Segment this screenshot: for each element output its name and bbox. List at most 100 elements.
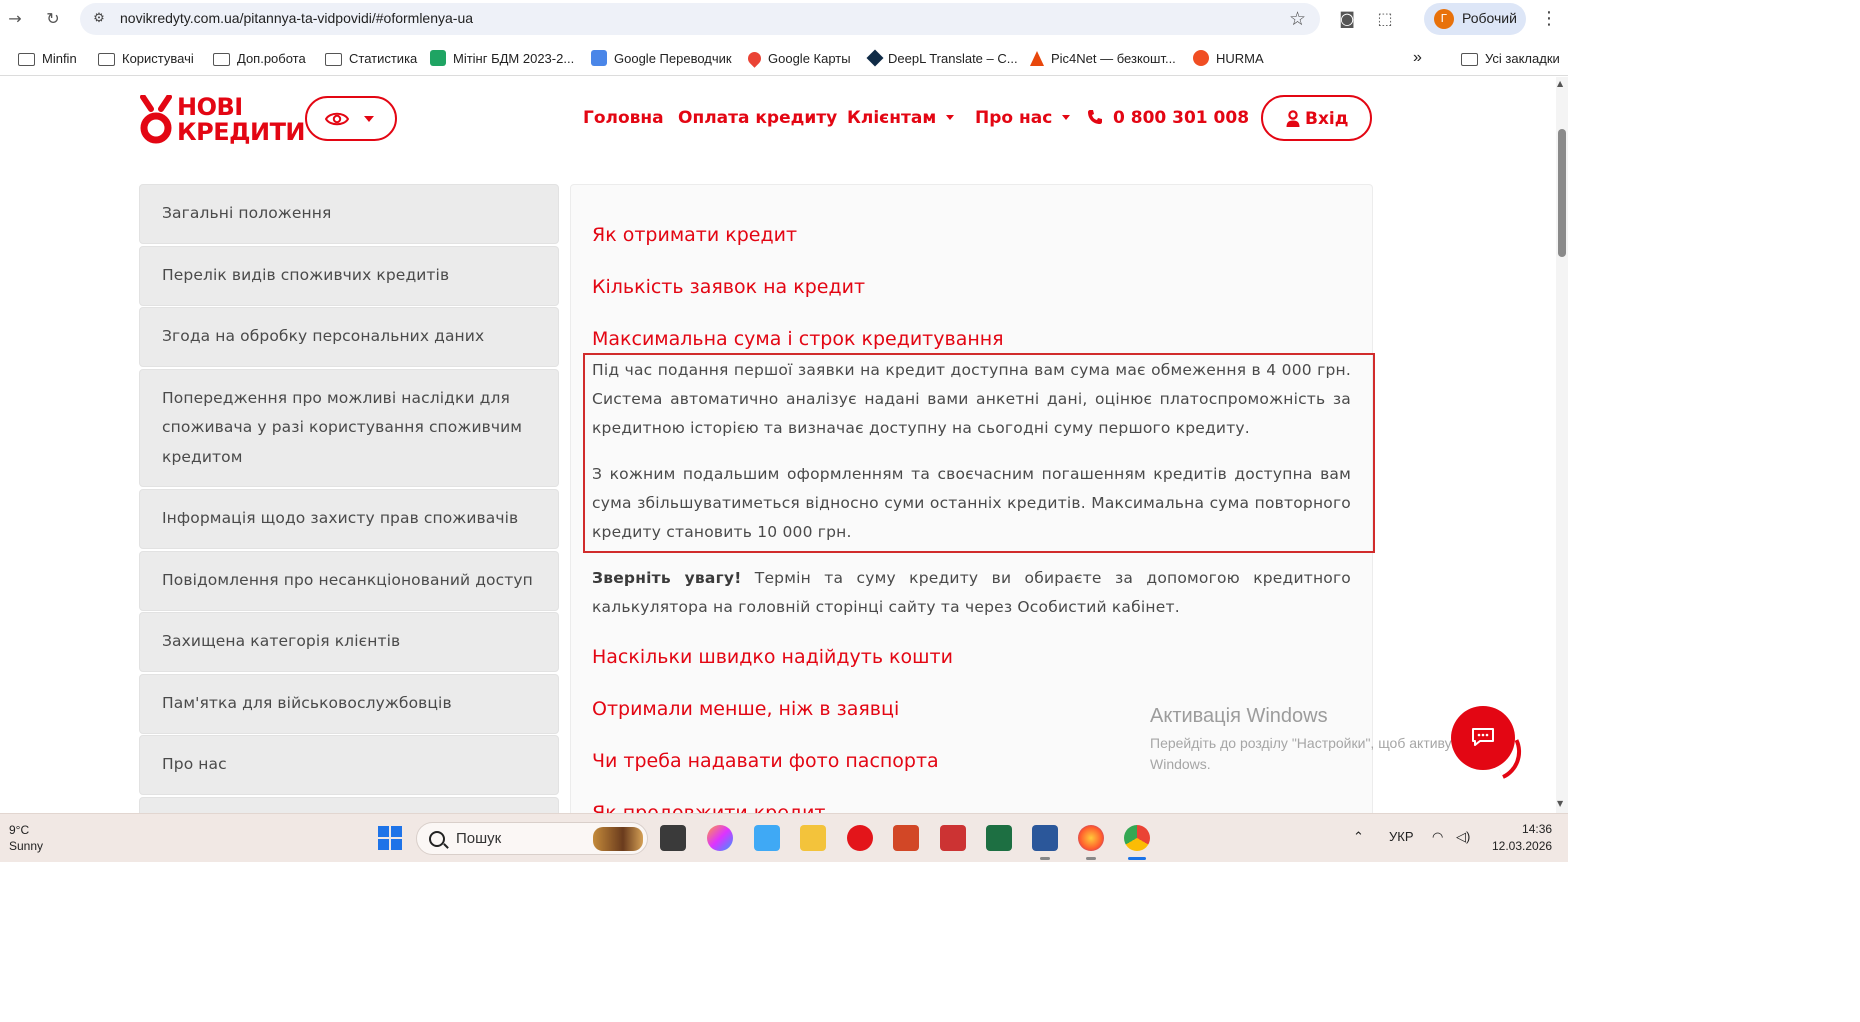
camera-icon[interactable]: ◙ (1336, 8, 1358, 30)
scroll-up-icon[interactable]: ▲ (1557, 79, 1563, 88)
nav-phone[interactable]: 0 800 301 008 (1113, 108, 1249, 128)
bookmark-star-icon[interactable]: ☆ (1289, 8, 1306, 30)
sidebar-item-unauthorized-access[interactable]: Повідомлення про несанкціонований доступ (139, 551, 559, 611)
word-icon[interactable] (1032, 825, 1058, 851)
accessibility-dropdown[interactable] (305, 96, 397, 141)
bookmark-google-translate[interactable]: Google Переводчик (591, 48, 732, 68)
nav-payment[interactable]: Оплата кредиту (678, 108, 837, 128)
sidebar-item-consumer-protection[interactable]: Інформація щодо захисту прав споживачів (139, 489, 559, 549)
maps-pin-icon (745, 48, 764, 68)
bookmark-pic4net[interactable]: Pic4Net — безкошт... (1030, 48, 1176, 68)
eye-icon (325, 112, 349, 126)
chevron-down-icon (946, 115, 955, 120)
sidebar-item-next[interactable] (139, 797, 559, 813)
windows-taskbar: 9°C Sunny Пошук ⌃ УКР ◠ ◁) 14:36 12.03.2… (0, 813, 1568, 862)
powerpoint-icon[interactable] (893, 825, 919, 851)
all-bookmarks-button[interactable]: Усі закладки (1461, 48, 1560, 68)
chat-button[interactable] (1451, 706, 1515, 770)
pic4net-icon (1030, 50, 1044, 66)
bookmarks-overflow-button[interactable]: » (1413, 48, 1422, 68)
tray-overflow-icon[interactable]: ⌃ (1353, 829, 1364, 845)
bookmark-minfin[interactable]: Minfin (18, 48, 77, 68)
bookmark-deepl[interactable]: DeepL Translate – C... (866, 48, 1018, 68)
chevron-down-icon (364, 116, 374, 122)
folder-icon (1461, 52, 1478, 66)
menu-kebab-icon[interactable]: ⋮ (1540, 8, 1558, 30)
bookmark-meeting[interactable]: Мітінг БДМ 2023-2... (430, 48, 574, 68)
search-placeholder: Пошук (456, 830, 502, 847)
web-page: НОВІ КРЕДИТИ Головна Оплата кредиту Кліє… (0, 77, 1568, 813)
browser-toolbar: → ↻ ⚙ novikredyty.com.ua/pitannya-ta-vid… (0, 0, 1568, 38)
windows-start-icon[interactable] (378, 826, 402, 850)
answer-paragraph: Під час подання першої заявки на кредит … (592, 361, 1351, 437)
forward-icon[interactable]: → (4, 8, 26, 30)
nav-clients[interactable]: Клієнтам (847, 108, 955, 128)
firefox-icon[interactable] (1078, 825, 1104, 851)
sidebar-item-credit-types[interactable]: Перелік видів споживчих кредитів (139, 246, 559, 306)
bookmark-google-maps[interactable]: Google Карты (745, 48, 851, 68)
faq-question[interactable]: Як отримати кредит (592, 224, 797, 246)
sidebar-item-military-memo[interactable]: Пам'ятка для військовослужбовців (139, 674, 559, 734)
sidebar-item-about[interactable]: Про нас (139, 735, 559, 795)
site-logo[interactable]: НОВІ КРЕДИТИ (139, 93, 306, 153)
paint-icon[interactable] (940, 825, 966, 851)
site-settings-icon[interactable]: ⚙ (90, 10, 108, 28)
sidebar-item-general[interactable]: Загальні положення (139, 184, 559, 244)
deepl-icon (866, 49, 884, 67)
excel-icon[interactable] (986, 825, 1012, 851)
hurma-icon (1193, 50, 1209, 66)
sidebar-item-warning[interactable]: Попередження про можливі наслідки для сп… (139, 369, 559, 487)
note-bold: Зверніть увагу! (592, 569, 742, 587)
avatar: Г (1434, 9, 1454, 29)
url-text[interactable]: novikredyty.com.ua/pitannya-ta-vidpovidi… (120, 10, 473, 26)
extensions-icon[interactable]: ⬚ (1374, 8, 1396, 30)
sidebar-item-protected-clients[interactable]: Захищена категорія клієнтів (139, 612, 559, 672)
address-bar[interactable]: ⚙ novikredyty.com.ua/pitannya-ta-vidpovi… (80, 3, 1320, 35)
taskbar-clock[interactable]: 14:36 12.03.2026 (1492, 821, 1552, 855)
folder-icon (325, 52, 342, 66)
faq-question[interactable]: Як продовжити кредит (592, 802, 825, 813)
chat-icon (1472, 728, 1494, 746)
faq-question[interactable]: Отримали менше, ніж в заявці (592, 698, 899, 720)
bookmark-statistics[interactable]: Статистика (325, 48, 417, 68)
task-view-icon[interactable] (660, 825, 686, 851)
faq-question[interactable]: Наскільки швидко надійдуть кошти (592, 646, 953, 668)
nav-home[interactable]: Головна (583, 108, 664, 128)
sidebar-item-data-consent[interactable]: Згода на обробку персональних даних (139, 307, 559, 367)
page-scrollbar[interactable]: ▲ ▼ (1556, 77, 1568, 813)
reload-icon[interactable]: ↻ (42, 8, 64, 30)
file-explorer-icon[interactable] (800, 825, 826, 851)
bookmark-extra-work[interactable]: Доп.робота (213, 48, 306, 68)
faq-question[interactable]: Кількість заявок на кредит (592, 276, 865, 298)
sheets-icon (430, 50, 446, 66)
app-running-indicator (1086, 857, 1096, 860)
chevron-down-icon (1062, 115, 1071, 120)
profile-button[interactable]: Г Робочий (1424, 3, 1526, 35)
opera-icon[interactable] (847, 825, 873, 851)
bookmark-hurma[interactable]: HURMA (1193, 48, 1264, 68)
activation-watermark-title: Активація Windows (1150, 705, 1328, 727)
user-icon (1286, 110, 1300, 127)
logo-text: НОВІ КРЕДИТИ (177, 93, 306, 146)
answer-paragraph: З кожним подальшим оформленням та своєча… (592, 465, 1351, 541)
snipping-tool-icon[interactable] (754, 825, 780, 851)
scroll-down-icon[interactable]: ▼ (1557, 799, 1563, 808)
faq-question[interactable]: Чи треба надавати фото паспорта (592, 750, 939, 772)
weather-widget[interactable]: 9°C Sunny (9, 822, 43, 854)
folder-icon (98, 52, 115, 66)
scroll-thumb[interactable] (1558, 129, 1566, 257)
profile-label: Робочий (1462, 10, 1517, 26)
wifi-icon[interactable]: ◠ (1432, 829, 1443, 845)
faq-question-open[interactable]: Максимальна сума і строк кредитування (592, 328, 1004, 350)
nav-about[interactable]: Про нас (975, 108, 1071, 128)
app-active-indicator (1128, 857, 1146, 860)
bookmarks-bar: Minfin Користувачі Доп.робота Статистика… (0, 38, 1568, 76)
creative-cloud-icon[interactable] (707, 825, 733, 851)
keyboard-language[interactable]: УКР (1389, 829, 1414, 844)
answer-note: Зверніть увагу! Термін та суму кредиту в… (592, 564, 1351, 622)
bookmark-users[interactable]: Користувачі (98, 48, 194, 68)
chrome-icon[interactable] (1124, 825, 1150, 851)
taskbar-search[interactable]: Пошук (416, 822, 648, 855)
login-button[interactable]: Вхід (1261, 95, 1372, 141)
volume-icon[interactable]: ◁) (1456, 829, 1470, 845)
